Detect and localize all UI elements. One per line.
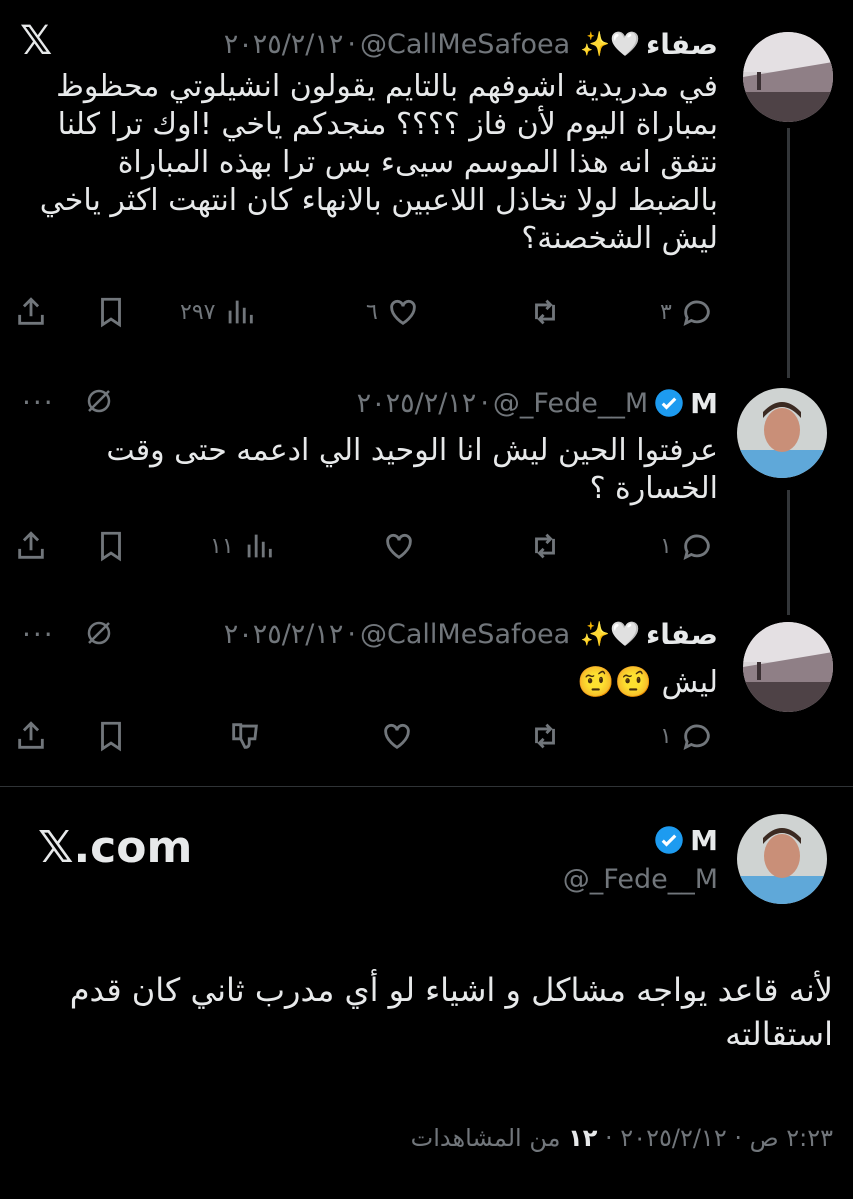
views-button[interactable]: ٢٩٧ (180, 292, 257, 332)
thread-line (787, 128, 790, 378)
views-count: ١٢ (568, 1124, 598, 1152)
like-count: ٦ (366, 299, 378, 325)
reply-button[interactable]: ١ (660, 526, 714, 566)
views-button[interactable]: ١١ (210, 526, 276, 566)
reply-button[interactable]: ٣ (660, 292, 714, 332)
bookmark-button[interactable] (94, 526, 128, 566)
retweet-button[interactable] (528, 716, 562, 756)
separator-dot: · (347, 28, 356, 60)
share-button[interactable] (14, 526, 48, 566)
like-button[interactable] (382, 526, 416, 566)
reply-count: ٣ (660, 299, 672, 325)
downvote-button[interactable] (228, 716, 262, 756)
main-tweet-text: لأنه قاعد يواجه مشاكل و اشياء لو أي مدرب… (69, 971, 833, 1053)
avatar-safoea[interactable] (743, 622, 833, 712)
verified-badge-icon (655, 389, 683, 417)
share-icon (18, 297, 44, 325)
author-name[interactable]: صفاء (646, 28, 718, 61)
name-emoji: ✨🤍 (580, 30, 640, 58)
bookmark-icon (101, 531, 121, 562)
views-label: من المشاهدات (410, 1124, 561, 1152)
tweet-text: ليش 🤨🤨 (577, 665, 718, 700)
share-icon (18, 721, 44, 749)
tweet-actions: ١١ ١ (14, 526, 724, 566)
reply-icon (683, 724, 710, 750)
tweet-actions: ١ (14, 716, 724, 756)
views-icon (229, 300, 254, 324)
tweet-date[interactable]: ٢٠٢٥/٢/١٢ (357, 388, 477, 419)
author-handle[interactable]: @_Fede__M (563, 864, 718, 895)
separator-dot: · (480, 387, 489, 419)
retweet-icon (535, 723, 555, 749)
author-name[interactable]: صفاء (646, 618, 718, 651)
avatar-safoea[interactable] (743, 32, 833, 122)
tweet-meta: ٢:٢٣ ص · ٢٠٢٥/٢/١٢ · ١٢ من المشاهدات (410, 1124, 833, 1152)
name-emoji: ✨🤍 (580, 620, 640, 648)
author-handle[interactable]: @CallMeSafoea (360, 29, 570, 60)
reply-button[interactable]: ١ (660, 716, 714, 756)
divider (0, 786, 853, 787)
tweet-text: في مدريدية اشوفهم بالتايم يقولون انشيلوت… (39, 69, 718, 256)
like-button[interactable]: ٦ (366, 292, 420, 332)
tweet-header: M @_Fede__M · ٢٠٢٥/٢/١٢ (357, 381, 718, 425)
reply-count: ١ (660, 533, 672, 559)
main-tweet-name-row: M (648, 818, 718, 862)
views-icon (247, 534, 272, 558)
author-handle[interactable]: @CallMeSafoea (360, 619, 570, 650)
share-icon (18, 531, 44, 559)
avatar-fede[interactable] (737, 388, 827, 478)
verified-badge-icon (655, 826, 683, 854)
separator-dot: · (347, 618, 356, 650)
avatar-fede[interactable] (737, 814, 827, 904)
retweet-icon (535, 299, 555, 325)
more-options-button[interactable]: ··· (22, 386, 55, 419)
heart-icon (390, 299, 416, 326)
reply-count: ١ (660, 723, 672, 749)
thumbs-down-icon (232, 723, 258, 749)
reply-icon (683, 534, 710, 560)
reply-icon (683, 300, 710, 326)
more-options-button[interactable]: ··· (22, 618, 55, 651)
hidden-reply-icon[interactable] (84, 386, 114, 420)
heart-icon (386, 533, 412, 560)
tweet-date[interactable]: ٢٠٢٥/٢/١٢ (224, 619, 344, 650)
views-count: ١١ (210, 533, 234, 559)
share-button[interactable] (14, 716, 48, 756)
retweet-icon (535, 533, 555, 559)
views-count: ٢٩٧ (180, 299, 216, 325)
tweet-text: عرفتوا الحين ليش انا الوحيد الي ادعمه حت… (106, 433, 718, 506)
tweet-header: صفاء ✨🤍 @CallMeSafoea · ٢٠٢٥/٢/١٢ (224, 612, 718, 656)
share-button[interactable] (14, 292, 48, 332)
bookmark-icon (101, 721, 121, 752)
author-name[interactable]: M (690, 824, 718, 857)
bookmark-button[interactable] (94, 292, 128, 332)
x-logo-icon[interactable]: 𝕏 (20, 18, 52, 64)
author-name[interactable]: M (690, 387, 718, 420)
x-com-watermark: 𝕏.com (38, 822, 193, 873)
tweet-actions: ٢٩٧ ٦ ٣ (14, 292, 724, 332)
thread-line (787, 490, 790, 615)
tweet-timestamp[interactable]: ٢:٢٣ ص · ٢٠٢٥/٢/١٢ (620, 1124, 833, 1152)
heart-icon (384, 723, 410, 750)
author-handle[interactable]: @_Fede__M (493, 388, 648, 419)
tweet-header: صفاء ✨🤍 @CallMeSafoea · ٢٠٢٥/٢/١٢ (224, 22, 718, 66)
like-button[interactable] (380, 716, 414, 756)
bookmark-button[interactable] (94, 716, 128, 756)
bookmark-icon (101, 297, 121, 328)
hidden-reply-icon[interactable] (84, 618, 114, 652)
retweet-button[interactable] (528, 526, 562, 566)
tweet-date[interactable]: ٢٠٢٥/٢/١٢ (224, 29, 344, 60)
retweet-button[interactable] (528, 292, 562, 332)
